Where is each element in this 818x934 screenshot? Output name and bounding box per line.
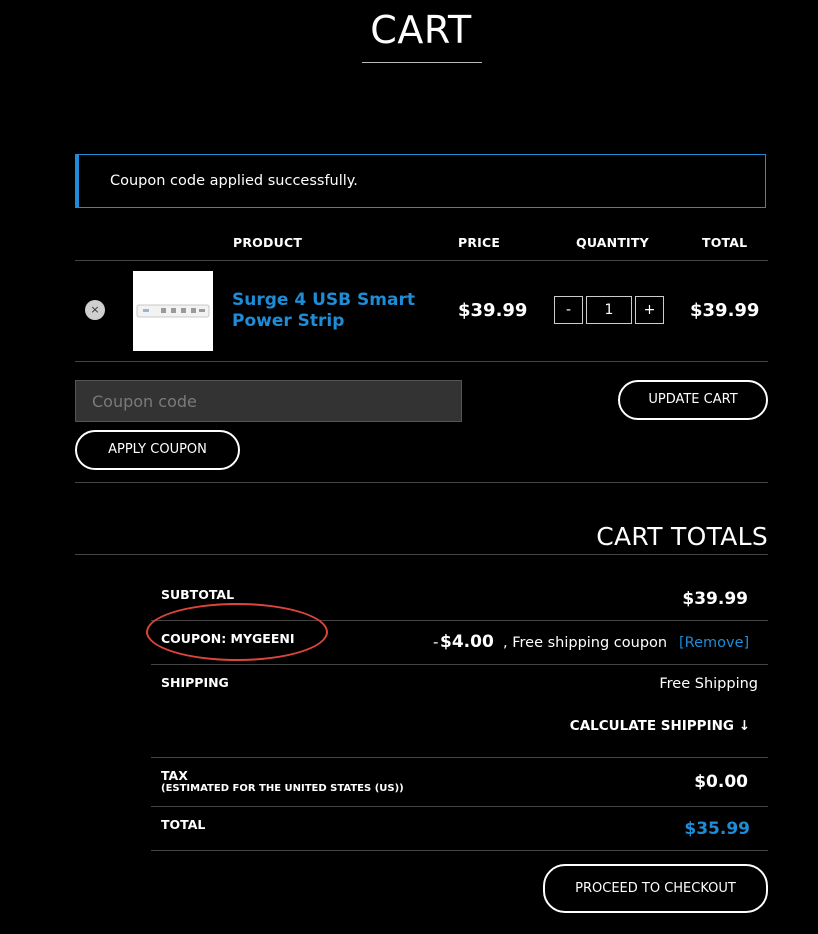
calculate-shipping-label: CALCULATE SHIPPING (569, 718, 734, 734)
power-strip-image (136, 304, 210, 318)
header-quantity: QUANTITY (576, 235, 649, 250)
tax-divider (151, 806, 768, 807)
product-name-line2: Power Strip (232, 311, 345, 331)
quantity-decrease-button[interactable]: - (554, 296, 583, 324)
total-value: $35.99 (684, 819, 750, 839)
remove-coupon-link[interactable]: [Remove] (679, 635, 749, 651)
totals-title-divider (75, 554, 768, 555)
remove-item-button[interactable]: × (85, 300, 105, 320)
header-price: PRICE (458, 235, 501, 250)
coupon-amount: $4.00 (440, 632, 494, 652)
header-total: TOTAL (702, 235, 748, 250)
arrow-down-icon: ↓ (738, 718, 750, 734)
cart-totals-title: CART TOTALS (596, 522, 768, 551)
shipping-value: Free Shipping (659, 676, 758, 692)
proceed-to-checkout-button[interactable]: PROCEED TO CHECKOUT (543, 864, 768, 913)
calculate-shipping-link[interactable]: CALCULATE SHIPPING ↓ (570, 718, 750, 734)
coupon-code-input[interactable] (75, 380, 462, 422)
product-row-divider (75, 361, 768, 362)
actions-divider (75, 482, 768, 483)
title-divider (362, 62, 482, 63)
tax-label: TAX (161, 768, 188, 783)
product-name-link[interactable]: Surge 4 USB Smart Power Strip (232, 290, 432, 332)
table-header-divider (75, 260, 768, 261)
item-total: $39.99 (690, 300, 760, 321)
total-label: TOTAL (161, 817, 206, 832)
tax-value: $0.00 (694, 772, 748, 792)
header-product: PRODUCT (233, 235, 303, 250)
quantity-input[interactable]: 1 (586, 296, 632, 324)
apply-coupon-button[interactable]: APPLY COUPON (75, 430, 240, 470)
item-price: $39.99 (458, 300, 528, 321)
subtotal-value: $39.99 (682, 589, 748, 609)
tax-sublabel: (ESTIMATED FOR THE UNITED STATES (US)) (161, 783, 404, 794)
shipping-divider (151, 757, 768, 758)
product-name-line1: Surge 4 USB Smart (232, 290, 415, 310)
coupon-sign: - (433, 633, 439, 651)
product-thumbnail[interactable] (133, 271, 213, 351)
subtotal-label: SUBTOTAL (161, 587, 235, 602)
coupon-note: , Free shipping coupon (503, 635, 668, 651)
notice-message: Coupon code applied successfully. (110, 173, 358, 189)
total-divider (151, 850, 768, 851)
shipping-label: SHIPPING (161, 675, 229, 690)
coupon-divider (151, 664, 768, 665)
quantity-increase-button[interactable]: + (635, 296, 664, 324)
update-cart-button[interactable]: UPDATE CART (618, 380, 768, 420)
page-title: CART (370, 8, 472, 52)
coupon-label: COUPON: MYGEENI (161, 631, 295, 646)
